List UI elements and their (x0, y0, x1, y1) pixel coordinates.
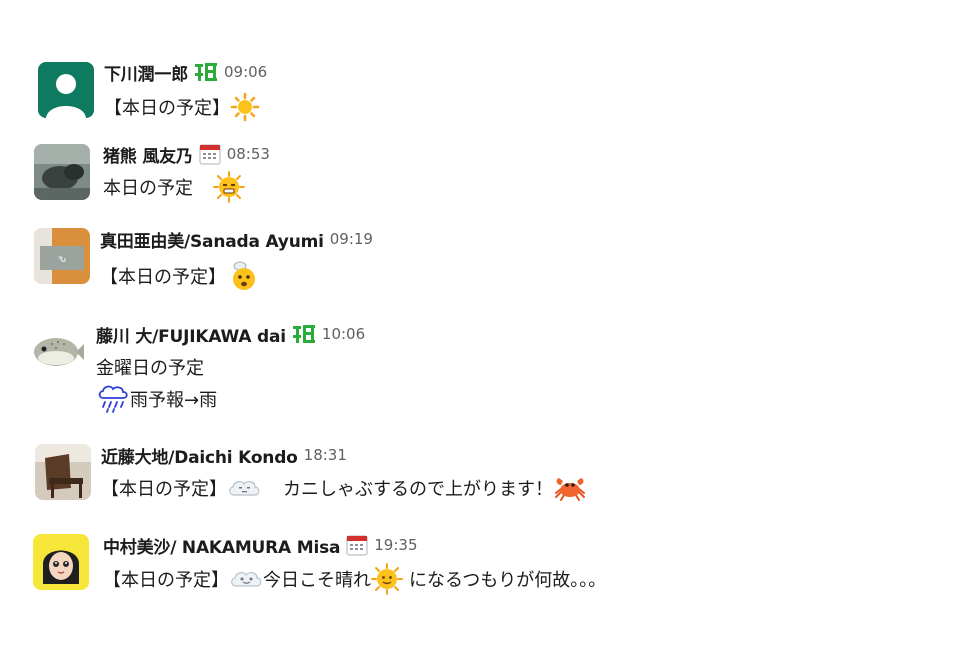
avatar[interactable] (30, 322, 86, 378)
avatar[interactable]: ԅ (34, 228, 90, 284)
hot-face-icon[interactable] (213, 171, 245, 203)
timestamp[interactable]: 09:19 (330, 230, 373, 248)
calendar-status-icon[interactable] (199, 143, 221, 165)
timestamp[interactable]: 18:31 (304, 446, 347, 464)
message-text: 【本日の予定】 (104, 98, 230, 119)
avatar[interactable] (38, 62, 94, 118)
message-text: 【本日の予定】 (103, 570, 229, 591)
sun-icon[interactable] (230, 92, 260, 122)
cloud-face-icon[interactable] (227, 475, 261, 501)
timestamp[interactable]: 09:06 (224, 63, 267, 81)
sender-name[interactable]: 中村美沙/ NAKAMURA Misa (103, 533, 340, 558)
svg-text:ԅ: ԅ (58, 254, 67, 265)
sender-name[interactable]: 真田亜由美/Sanada Ayumi (100, 227, 324, 252)
sender-name[interactable]: 近藤大地/Daichi Kondo (101, 443, 298, 468)
leaf-status-icon[interactable] (194, 61, 218, 83)
avatar[interactable] (34, 144, 90, 200)
calendar-status-icon[interactable] (346, 534, 368, 556)
rain-cloud-icon[interactable] (96, 384, 130, 414)
timestamp[interactable]: 10:06 (322, 325, 365, 343)
sender-name[interactable]: 藤川 大/FUJIKAWA dai (96, 322, 286, 347)
timestamp[interactable]: 08:53 (227, 145, 270, 163)
sender-name[interactable]: 猪熊 風友乃 (103, 142, 193, 167)
timestamp[interactable]: 19:35 (374, 536, 417, 554)
cloud-face-icon[interactable] (229, 566, 263, 592)
sender-name[interactable]: 下川潤一郎 (104, 60, 188, 85)
avatar[interactable] (33, 534, 89, 590)
avatar[interactable] (35, 444, 91, 500)
message-text: カニしゃぶするので上がります！ (283, 479, 553, 500)
message-text: 雨予報→雨 (130, 390, 218, 411)
message-text: 金曜日の予定 (96, 358, 204, 379)
steaming-face-icon[interactable] (226, 259, 260, 293)
message-text: 本日の予定 (103, 178, 193, 199)
crab-icon[interactable] (553, 473, 587, 503)
message-text: 今日こそ晴れ (263, 570, 371, 591)
leaf-status-icon[interactable] (292, 323, 316, 345)
sun-face-icon[interactable] (371, 563, 403, 595)
message-text: 【本日の予定】 (100, 267, 226, 288)
message-text: になるつもりが何故。。。 (409, 570, 607, 591)
message-text: 【本日の予定】 (101, 479, 227, 500)
